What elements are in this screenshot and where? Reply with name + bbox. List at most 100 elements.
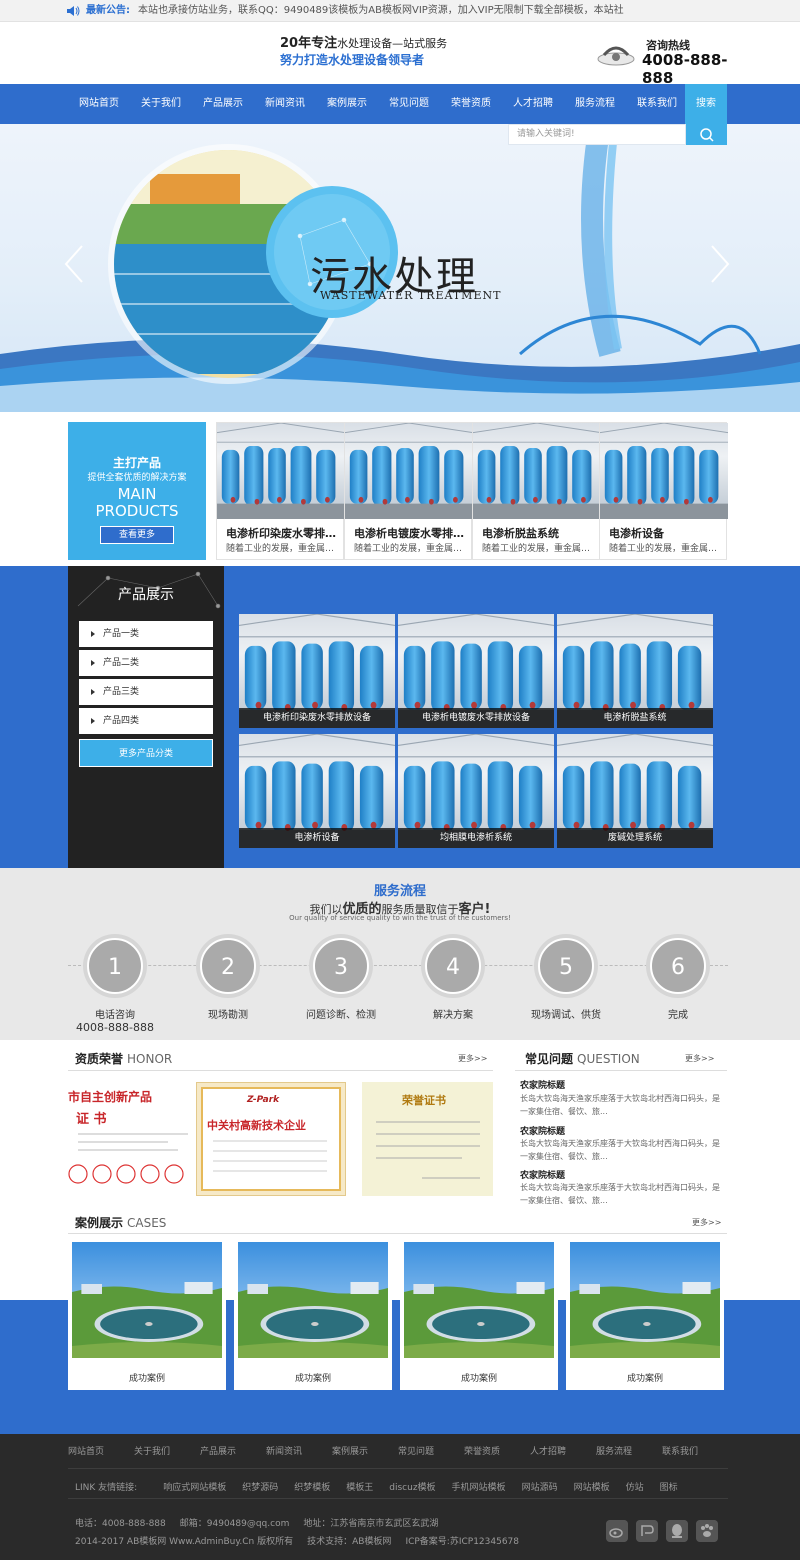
main-products-en-1: MAIN xyxy=(117,485,157,503)
footer-nav-item[interactable]: 荣誉资质 xyxy=(464,1444,530,1457)
baidu-paw-icon[interactable] xyxy=(696,1520,718,1542)
nav-item-about[interactable]: 关于我们 xyxy=(130,84,192,124)
category-item[interactable]: 产品三类 xyxy=(79,679,213,705)
wechat-moments-icon[interactable] xyxy=(636,1520,658,1542)
case-card[interactable]: 成功案例 xyxy=(400,1236,558,1390)
product-caption[interactable]: 电渗析脱盐系统 xyxy=(557,708,713,728)
nav-item-honors[interactable]: 荣誉资质 xyxy=(440,84,502,124)
friend-link[interactable]: 图标 xyxy=(660,1480,678,1493)
certificate-2[interactable]: Z-Park 中关村高新技术企业 xyxy=(196,1082,346,1196)
notice-text[interactable]: 本站也承接仿站业务，联系QQ：9490489该模板为AB模板网VIP资源，加入V… xyxy=(138,5,624,16)
product-image[interactable] xyxy=(473,423,601,519)
footer-nav-item[interactable]: 案例展示 xyxy=(332,1444,398,1457)
slogan: 20年专注水处理设备—站式服务 努力打造水处理设备领导者 xyxy=(280,36,447,68)
product-title[interactable]: 电渗析印染废水零排放设备 xyxy=(226,525,340,541)
product-caption[interactable]: 电渗析设备 xyxy=(239,828,395,848)
product-title[interactable]: 电渗析电镀废水零排放设备 xyxy=(354,525,468,541)
honor-more-link[interactable]: 更多>> xyxy=(458,1053,487,1064)
product-caption[interactable]: 均相膜电渗析系统 xyxy=(398,828,554,848)
footer-nav-item[interactable]: 常见问题 xyxy=(398,1444,464,1457)
faq-more-link[interactable]: 更多>> xyxy=(685,1053,714,1064)
main-products-intro: 主打产品 提供全套优质的解决方案 MAIN PRODUCTS 查看更多 xyxy=(68,422,206,560)
more-categories-button[interactable]: 更多产品分类 xyxy=(79,739,213,767)
friend-link[interactable]: 网站源码 xyxy=(522,1480,558,1493)
faq-question[interactable]: 农家院标题 xyxy=(520,1124,565,1137)
nav-item-jobs[interactable]: 人才招聘 xyxy=(502,84,564,124)
step-label: 现场勘测 xyxy=(208,1010,248,1021)
footer-nav-item[interactable]: 关于我们 xyxy=(134,1444,200,1457)
case-image[interactable] xyxy=(238,1242,388,1358)
case-label[interactable]: 成功案例 xyxy=(570,1371,720,1384)
qq-icon[interactable] xyxy=(666,1520,688,1542)
friend-link[interactable]: 模板王 xyxy=(346,1480,373,1493)
case-label[interactable]: 成功案例 xyxy=(72,1371,222,1384)
nav-item-faq[interactable]: 常见问题 xyxy=(378,84,440,124)
friend-link[interactable]: 响应式网站模板 xyxy=(163,1480,226,1493)
product-tile[interactable]: 废碱处理系统 xyxy=(557,734,713,848)
footer-nav-item[interactable]: 联系我们 xyxy=(662,1444,728,1457)
search-icon[interactable] xyxy=(686,124,727,145)
product-caption[interactable]: 废碱处理系统 xyxy=(557,828,713,848)
nav-item-cases[interactable]: 案例展示 xyxy=(316,84,378,124)
cases-more-link[interactable]: 更多>> xyxy=(692,1217,721,1228)
prev-slide-icon[interactable] xyxy=(60,242,88,286)
footer-nav-item[interactable]: 人才招聘 xyxy=(530,1444,596,1457)
product-title[interactable]: 电渗析脱盐系统 xyxy=(482,525,596,541)
footer-nav-item[interactable]: 新闻资讯 xyxy=(266,1444,332,1457)
product-card[interactable]: 电渗析电镀废水零排放设备 随着工业的发展，重金属废水处理 xyxy=(344,422,473,560)
category-item[interactable]: 产品四类 xyxy=(79,708,213,734)
weibo-icon[interactable] xyxy=(606,1520,628,1542)
nav-item-home[interactable]: 网站首页 xyxy=(68,84,130,124)
view-more-button[interactable]: 查看更多 xyxy=(100,526,174,544)
product-card[interactable]: 电渗析设备 随着工业的发展，重金属废水处理 xyxy=(599,422,728,560)
product-title[interactable]: 电渗析设备 xyxy=(609,525,723,541)
product-card[interactable]: 电渗析印染废水零排放设备 随着工业的发展，重金属废水处理 xyxy=(216,422,345,560)
product-image[interactable] xyxy=(345,423,473,519)
service-tagline-en: Our quality of service quality to win th… xyxy=(289,914,511,922)
case-image[interactable] xyxy=(72,1242,222,1358)
case-image[interactable] xyxy=(404,1242,554,1358)
case-card[interactable]: 成功案例 xyxy=(234,1236,392,1390)
product-tile[interactable]: 电渗析印染废水零排放设备 xyxy=(239,614,395,728)
product-caption[interactable]: 电渗析印染废水零排放设备 xyxy=(239,708,395,728)
nav-item-service[interactable]: 服务流程 xyxy=(564,84,626,124)
friend-link[interactable]: 手机网站模板 xyxy=(452,1480,506,1493)
case-label[interactable]: 成功案例 xyxy=(238,1371,388,1384)
nav-item-news[interactable]: 新闻资讯 xyxy=(254,84,316,124)
honor-divider xyxy=(68,1070,493,1071)
next-slide-icon[interactable] xyxy=(706,242,734,286)
service-title: 服务流程 xyxy=(373,884,426,899)
nav-search-tab[interactable]: 搜索 xyxy=(685,84,727,124)
product-image[interactable] xyxy=(217,423,345,519)
product-tile[interactable]: 电渗析脱盐系统 xyxy=(557,614,713,728)
footer-nav-item[interactable]: 网站首页 xyxy=(68,1444,134,1457)
nav-item-products[interactable]: 产品展示 xyxy=(192,84,254,124)
category-item[interactable]: 产品一类 xyxy=(79,621,213,647)
case-card[interactable]: 成功案例 xyxy=(68,1236,226,1390)
category-item[interactable]: 产品二类 xyxy=(79,650,213,676)
friend-link[interactable]: 仿站 xyxy=(626,1480,644,1493)
friend-link[interactable]: 织梦源码 xyxy=(242,1480,278,1493)
footer-nav-item[interactable]: 服务流程 xyxy=(596,1444,662,1457)
notice-bar: 最新公告: 本站也承接仿站业务，联系QQ：9490489该模板为AB模板网VIP资… xyxy=(0,0,800,22)
case-label[interactable]: 成功案例 xyxy=(404,1371,554,1384)
product-caption[interactable]: 电渗析电镀废水零排放设备 xyxy=(398,708,554,728)
notice-label: 最新公告: xyxy=(86,5,130,16)
case-image[interactable] xyxy=(570,1242,720,1358)
friend-link[interactable]: 网站模板 xyxy=(574,1480,610,1493)
faq-question[interactable]: 农家院标题 xyxy=(520,1168,565,1181)
nav-item-contact[interactable]: 联系我们 xyxy=(626,84,688,124)
footer-nav-item[interactable]: 产品展示 xyxy=(200,1444,266,1457)
product-tile[interactable]: 均相膜电渗析系统 xyxy=(398,734,554,848)
friend-link[interactable]: discuz模板 xyxy=(389,1480,435,1493)
footer-nav: 网站首页 关于我们 产品展示 新闻资讯 案例展示 常见问题 荣誉资质 人才招聘 … xyxy=(68,1444,728,1457)
product-tile[interactable]: 电渗析设备 xyxy=(239,734,395,848)
product-tile[interactable]: 电渗析电镀废水零排放设备 xyxy=(398,614,554,728)
faq-question[interactable]: 农家院标题 xyxy=(520,1078,565,1091)
friend-link[interactable]: 织梦模板 xyxy=(294,1480,330,1493)
product-card[interactable]: 电渗析脱盐系统 随着工业的发展，重金属废水处理 xyxy=(472,422,601,560)
banner-search-input[interactable]: 请输入关键词! xyxy=(508,124,686,145)
product-image[interactable] xyxy=(600,423,728,519)
case-card[interactable]: 成功案例 xyxy=(566,1236,724,1390)
certificate-3[interactable]: 荣誉证书 xyxy=(362,1082,493,1196)
